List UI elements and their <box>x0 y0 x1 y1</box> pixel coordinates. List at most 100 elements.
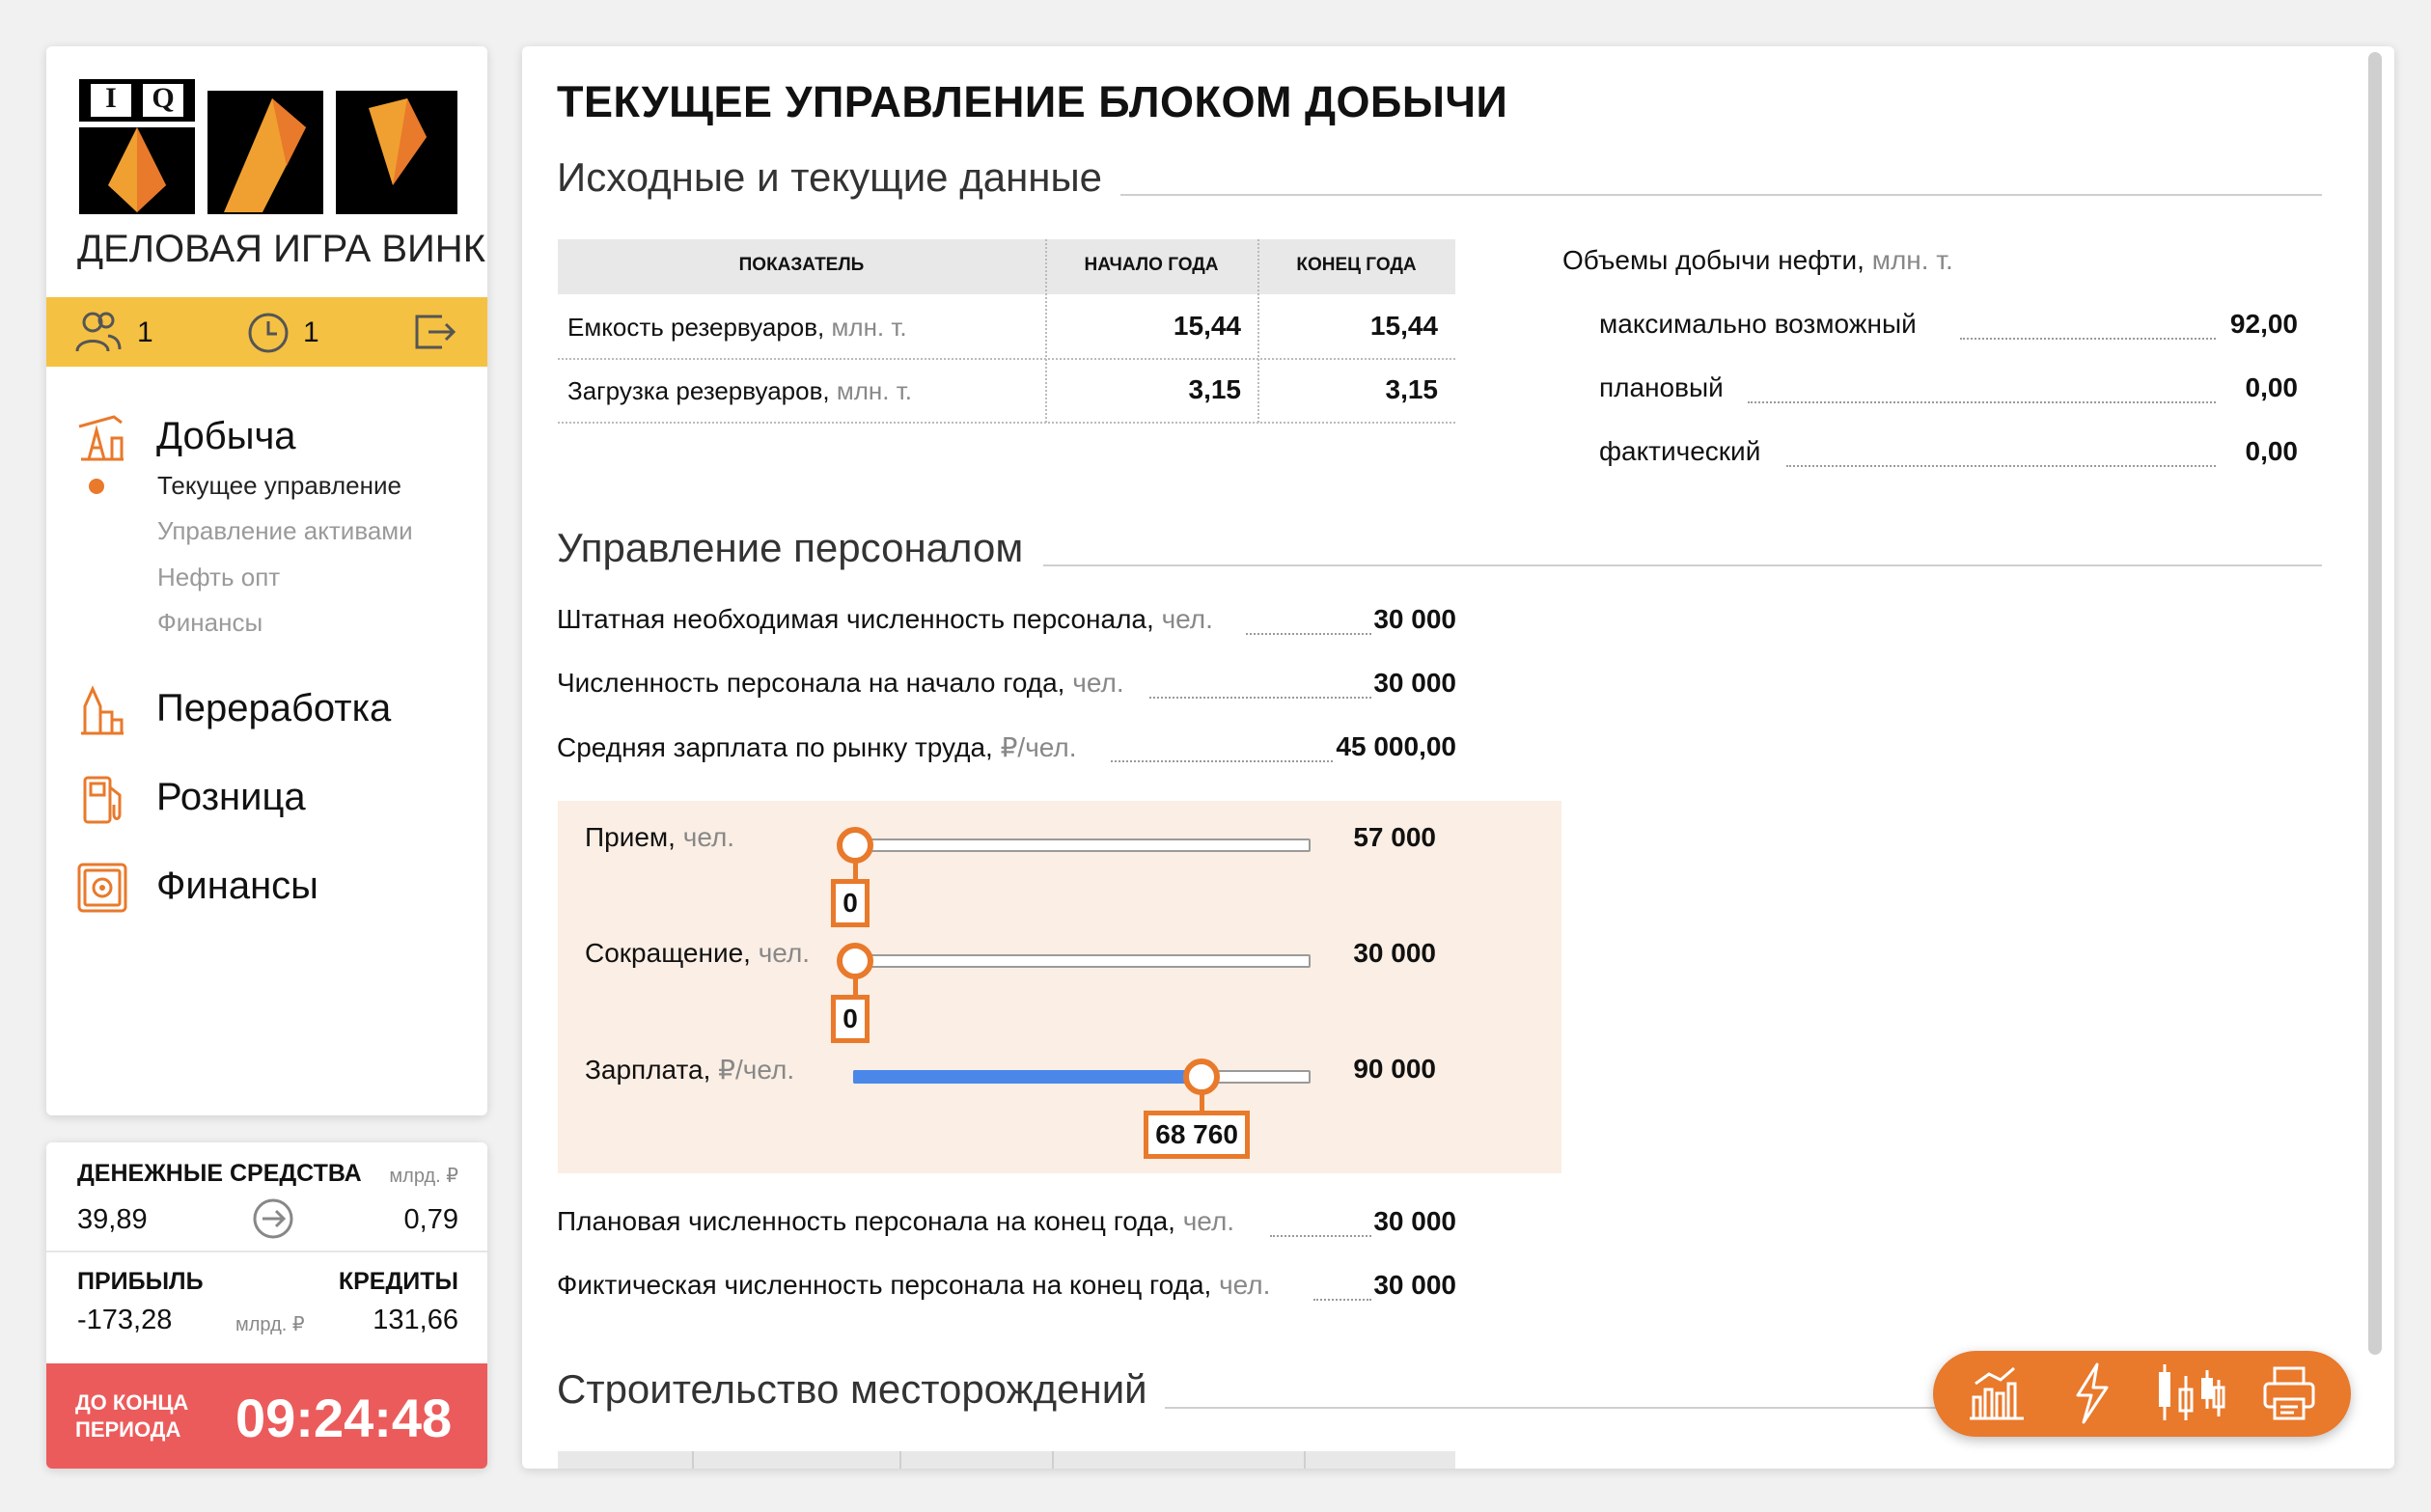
dot-leader <box>1786 465 2216 467</box>
fact-staff-value: 30 000 <box>1373 1270 1456 1300</box>
plan-staff-label: Плановая численность персонала на конец … <box>557 1206 1234 1237</box>
active-dot <box>89 479 104 494</box>
cash-label: ДЕНЕЖНЫЕ СРЕДСТВА <box>77 1160 362 1187</box>
logo-letter-i: I <box>105 82 117 114</box>
nav-finance[interactable]: Финансы <box>156 865 318 908</box>
nav-asset-management[interactable]: Управление активами <box>157 516 413 546</box>
credits-value: 131,66 <box>373 1305 458 1335</box>
timer-label-1: ДО КОНЦА <box>75 1390 189 1415</box>
page-title: ТЕКУЩЕЕ УПРАВЛЕНИЕ БЛОКОМ ДОБЫЧИ <box>557 77 1508 126</box>
slider-salary-knob[interactable] <box>1183 1058 1221 1095</box>
clock-count: 1 <box>303 316 319 348</box>
row-unit: млн. т. <box>836 376 912 405</box>
candlestick-icon[interactable] <box>2153 1361 2226 1426</box>
slider-salary-label: Зарплата, ₽/чел. <box>585 1054 794 1086</box>
col-divider <box>899 1451 901 1469</box>
section-rule-staff <box>1043 564 2322 566</box>
refinery-icon <box>81 685 124 735</box>
col-divider <box>1052 1451 1054 1469</box>
volumes-title-text: Объемы добычи нефти, <box>1562 245 1865 275</box>
dot-leader <box>1748 401 2216 403</box>
finance-divider <box>46 1251 487 1252</box>
logo-graphic <box>79 79 457 214</box>
nav-current-management[interactable]: Текущее управление <box>157 471 401 501</box>
slider-panel: Прием, чел. 0 57 000 Сокращение, чел. 0 … <box>558 801 1561 1173</box>
volume-fact-value: 0,00 <box>2245 436 2299 466</box>
slider-cut-text: Сокращение, <box>585 938 751 968</box>
row-label: Емкость резервуаров, <box>567 313 825 342</box>
nav-extraction[interactable]: Добыча <box>156 415 296 458</box>
slider-hire-unit: чел. <box>682 822 735 852</box>
nav-extraction-finance[interactable]: Финансы <box>157 608 262 638</box>
staff-start-value: 30 000 <box>1373 668 1456 698</box>
data-table: ПОКАЗАТЕЛЬ НАЧАЛО ГОДА КОНЕЦ ГОДА Емкост… <box>558 239 1455 424</box>
safe-icon <box>77 863 127 913</box>
volumes-title: Объемы добычи нефти, млн. т. <box>1562 245 1953 276</box>
slider-hire-value: 0 <box>831 879 870 927</box>
lightning-icon[interactable] <box>2070 1362 2113 1424</box>
scrollbar[interactable] <box>2368 52 2382 1355</box>
timer-label-2: ПЕРИОДА <box>75 1417 181 1442</box>
staff-start-unit: чел. <box>1072 668 1124 698</box>
slider-hire-label: Прием, чел. <box>585 822 734 853</box>
profit-label: ПРИБЫЛЬ <box>77 1268 204 1295</box>
volume-plan-value: 0,00 <box>2245 372 2299 402</box>
transfer-arrow-icon[interactable] <box>251 1196 295 1241</box>
volume-fact-label: фактический <box>1599 436 1761 466</box>
volume-max-value: 92,00 <box>2229 309 2298 339</box>
staff-start-text: Численность персонала на начало года, <box>557 668 1065 698</box>
slider-hire-knob[interactable] <box>837 827 873 864</box>
logo[interactable]: I Q <box>79 79 457 214</box>
dot-leader <box>1960 338 2216 340</box>
dot-leader <box>1270 1235 1371 1237</box>
row-end: 15,44 <box>1369 311 1438 341</box>
dot-leader <box>1313 1299 1371 1301</box>
nav-processing[interactable]: Переработка <box>156 687 391 730</box>
col-divider <box>1257 239 1259 423</box>
row-divider <box>558 422 1455 424</box>
plan-staff-value: 30 000 <box>1373 1206 1456 1236</box>
slider-cut-knob[interactable] <box>837 943 873 979</box>
fact-staff-text: Фиктическая численность персонала на кон… <box>557 1270 1212 1300</box>
staff-required-text: Штатная необходимая численность персонал… <box>557 604 1154 634</box>
row-divider <box>558 358 1455 360</box>
chart-icon[interactable] <box>1966 1364 2028 1422</box>
staff-required-value: 30 000 <box>1373 604 1456 634</box>
dot-leader <box>1149 697 1371 699</box>
slider-salary-text: Зарплата, <box>585 1055 711 1085</box>
slider-cut-unit: чел. <box>758 938 811 968</box>
volumes-unit: млн. т. <box>1871 245 1953 275</box>
table-header-indicator: ПОКАЗАТЕЛЬ <box>738 255 865 275</box>
slider-cut-max: 30 000 <box>1353 938 1436 968</box>
col-divider <box>692 1451 694 1469</box>
slider-hire-text: Прием, <box>585 822 676 852</box>
oil-pump-icon <box>78 415 124 461</box>
slider-salary-unit: ₽/чел. <box>718 1055 795 1085</box>
avg-salary-value: 45 000,00 <box>1336 731 1456 761</box>
avg-salary-label: Средняя зарплата по рынку труда, ₽/чел. <box>557 731 1077 763</box>
staff-required-unit: чел. <box>1161 604 1213 634</box>
table-row: Емкость резервуаров, млн. т. <box>567 313 907 343</box>
profit-credits-unit: млрд. ₽ <box>235 1314 305 1335</box>
print-icon[interactable] <box>2261 1364 2317 1422</box>
slider-salary-max: 90 000 <box>1353 1054 1436 1084</box>
period-timer: ДО КОНЦА ПЕРИОДА 09:24:48 <box>46 1363 487 1469</box>
avg-salary-unit: ₽/чел. <box>1000 732 1077 762</box>
slider-hire-track[interactable] <box>853 838 1311 852</box>
nav-retail[interactable]: Розница <box>156 776 306 819</box>
dot-leader <box>1246 633 1371 635</box>
slider-salary-stem <box>1200 1094 1205 1112</box>
slider-cut-track[interactable] <box>853 954 1311 968</box>
row-end: 3,15 <box>1385 374 1439 404</box>
logout-icon[interactable] <box>413 313 457 351</box>
row-start: 3,15 <box>1188 374 1242 404</box>
nav-oil-wholesale[interactable]: Нефть опт <box>157 563 280 592</box>
sidebar: I Q ДЕЛОВАЯ ИГРА ВИНК 1 1 Добыча Текущее… <box>46 46 487 1115</box>
profit-value: -173,28 <box>77 1305 173 1335</box>
clock-icon <box>248 313 289 353</box>
table-header-start: НАЧАЛО ГОДА <box>1084 255 1219 275</box>
users-icon <box>75 312 122 352</box>
timer-value: 09:24:48 <box>235 1388 453 1448</box>
col-divider <box>1304 1451 1306 1469</box>
slider-salary-fill <box>853 1070 1202 1084</box>
